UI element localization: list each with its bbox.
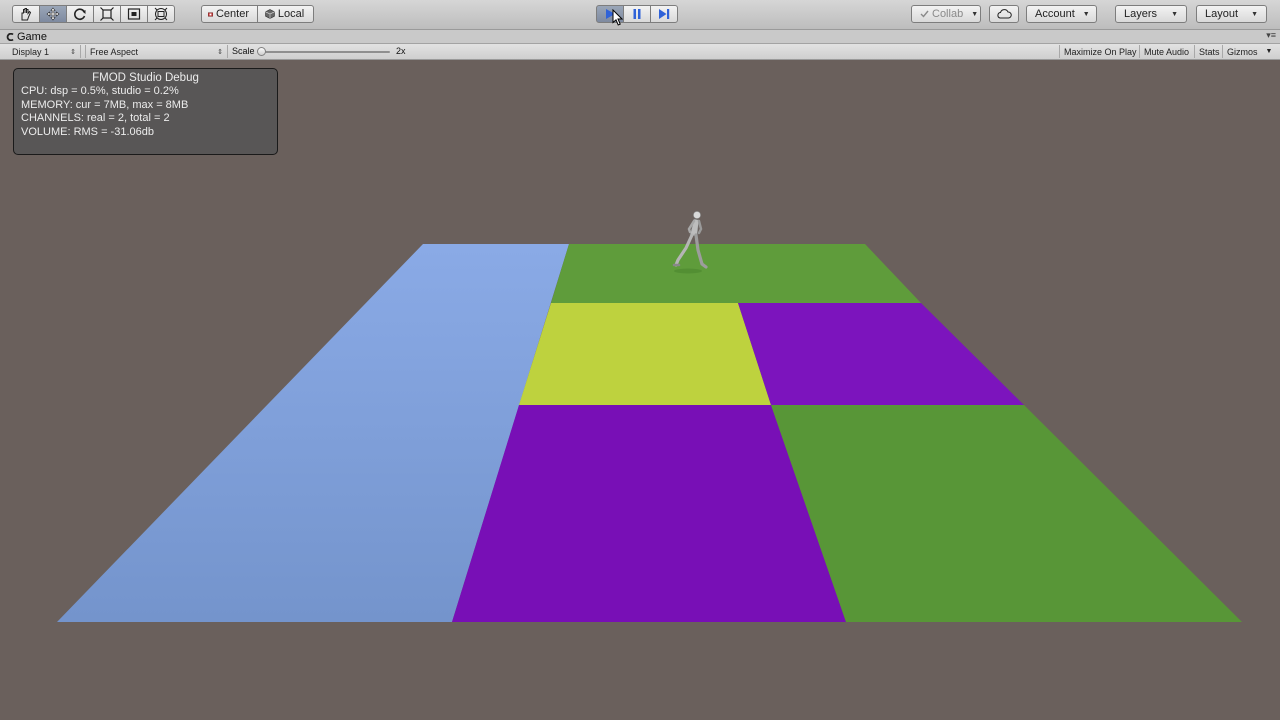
- mute-audio-toggle[interactable]: Mute Audio: [1139, 45, 1193, 58]
- scale-icon: [100, 7, 114, 21]
- step-button[interactable]: [650, 5, 678, 23]
- updown-arrow-icon: ⇕: [217, 48, 223, 56]
- game-tab-bar: Game ▾≡: [0, 30, 1280, 44]
- fmod-memory-line: MEMORY: cur = 7MB, max = 8MB: [21, 98, 189, 111]
- aspect-dropdown[interactable]: Free Aspect ⇕: [85, 45, 228, 58]
- fmod-volume-line: VOLUME: RMS = -31.06db: [21, 125, 154, 138]
- collab-group: Collab ▼: [911, 5, 981, 23]
- dropdown-arrow-icon: ▼: [1082, 10, 1090, 18]
- local-cube-icon: [265, 9, 275, 19]
- display-label: Display 1: [12, 46, 50, 57]
- step-icon: [659, 9, 670, 19]
- layout-label: Layout: [1205, 8, 1239, 20]
- game-controller-icon: [6, 32, 14, 41]
- dropdown-arrow-icon: ▼: [1251, 10, 1258, 18]
- layers-group: Layers ▼: [1115, 5, 1187, 23]
- game-tab-label: Game: [17, 30, 47, 43]
- collab-label: Collab: [932, 8, 964, 20]
- scale-tool-button[interactable]: [93, 5, 121, 23]
- hand-icon: [21, 8, 32, 21]
- floor-plane: [57, 244, 1242, 622]
- move-icon: [46, 7, 60, 21]
- fmod-debug-title: FMOD Studio Debug: [92, 72, 199, 84]
- game-view[interactable]: FMOD Studio Debug CPU: dsp = 0.5%, studi…: [0, 60, 1280, 720]
- updown-arrow-icon: ⇕: [70, 48, 76, 56]
- game-view-controls: Display 1 ⇕ Free Aspect ⇕ Scale 2x Maxim…: [0, 44, 1280, 60]
- fmod-channels-line: CHANNELS: real = 2, total = 2: [21, 112, 170, 124]
- collab-dropdown[interactable]: Collab ▼: [911, 5, 981, 23]
- rotate-tool-button[interactable]: [66, 5, 94, 23]
- pivot-rotation-button[interactable]: Local: [257, 5, 314, 23]
- transform-tools: [12, 5, 175, 23]
- layout-dropdown[interactable]: Layout ▼: [1196, 5, 1267, 23]
- main-toolbar: Center Local Collab ▼ Account ▼ Layers ▼…: [0, 0, 1280, 30]
- scale-label: Scale: [232, 46, 255, 56]
- stats-label: Stats: [1199, 46, 1220, 57]
- move-tool-button[interactable]: [39, 5, 67, 23]
- pivot-controls: Center Local: [201, 5, 314, 23]
- gizmos-label: Gizmos: [1227, 46, 1258, 57]
- mouse-cursor-icon: [612, 9, 623, 26]
- tab-game[interactable]: Game: [6, 30, 47, 43]
- floor-tile-purple-right: [738, 303, 1024, 405]
- rect-icon: [127, 8, 141, 20]
- scale-slider-thumb[interactable]: [257, 47, 266, 56]
- pause-button[interactable]: [623, 5, 651, 23]
- maximize-on-play-label: Maximize On Play: [1064, 46, 1137, 57]
- checkmark-icon: [920, 10, 929, 18]
- scale-slider-track[interactable]: [259, 51, 390, 53]
- cloud-icon: [997, 9, 1012, 19]
- floor-tile-yellow: [519, 303, 771, 405]
- fmod-cpu-line: CPU: dsp = 0.5%, studio = 0.2%: [21, 85, 179, 97]
- pivot-center-icon: [208, 11, 213, 17]
- account-dropdown[interactable]: Account ▼: [1026, 5, 1097, 23]
- transform-icon: [154, 7, 168, 21]
- cloud-services-button[interactable]: [989, 5, 1019, 23]
- account-group: Account ▼: [1026, 5, 1097, 23]
- stats-toggle[interactable]: Stats: [1194, 45, 1224, 58]
- fmod-debug-panel: FMOD Studio Debug CPU: dsp = 0.5%, studi…: [13, 68, 278, 155]
- rect-tool-button[interactable]: [120, 5, 148, 23]
- layers-label: Layers: [1124, 8, 1158, 20]
- dropdown-arrow-icon: ▼: [1171, 10, 1178, 18]
- tab-menu-icon[interactable]: ▾≡: [1266, 30, 1276, 41]
- pivot-mode-label: Center: [215, 8, 249, 20]
- scale-value: 2x: [396, 46, 406, 56]
- rotate-icon: [74, 8, 86, 21]
- pivot-mode-button[interactable]: Center: [201, 5, 258, 23]
- mute-audio-label: Mute Audio: [1144, 46, 1190, 57]
- display-dropdown[interactable]: Display 1 ⇕: [8, 45, 81, 58]
- cloud-group: [989, 5, 1019, 23]
- dropdown-arrow-icon: ▼: [1265, 48, 1273, 55]
- floor-tile-green-bottom: [771, 405, 1242, 622]
- layout-group: Layout ▼: [1196, 5, 1267, 23]
- maximize-on-play-toggle[interactable]: Maximize On Play: [1059, 45, 1141, 58]
- pivot-rotation-label: Local: [277, 8, 305, 20]
- pause-icon: [633, 9, 641, 19]
- floor-tile-green-top: [551, 244, 921, 303]
- account-label: Account: [1035, 8, 1075, 20]
- aspect-label: Free Aspect: [90, 46, 139, 57]
- transform-tool-button[interactable]: [147, 5, 175, 23]
- player-character: [672, 211, 708, 274]
- dropdown-arrow-icon: ▼: [971, 10, 979, 18]
- playback-controls: [596, 5, 678, 23]
- hand-tool-button[interactable]: [12, 5, 40, 23]
- layers-dropdown[interactable]: Layers ▼: [1115, 5, 1187, 23]
- gizmos-dropdown[interactable]: Gizmos ▼: [1222, 45, 1276, 58]
